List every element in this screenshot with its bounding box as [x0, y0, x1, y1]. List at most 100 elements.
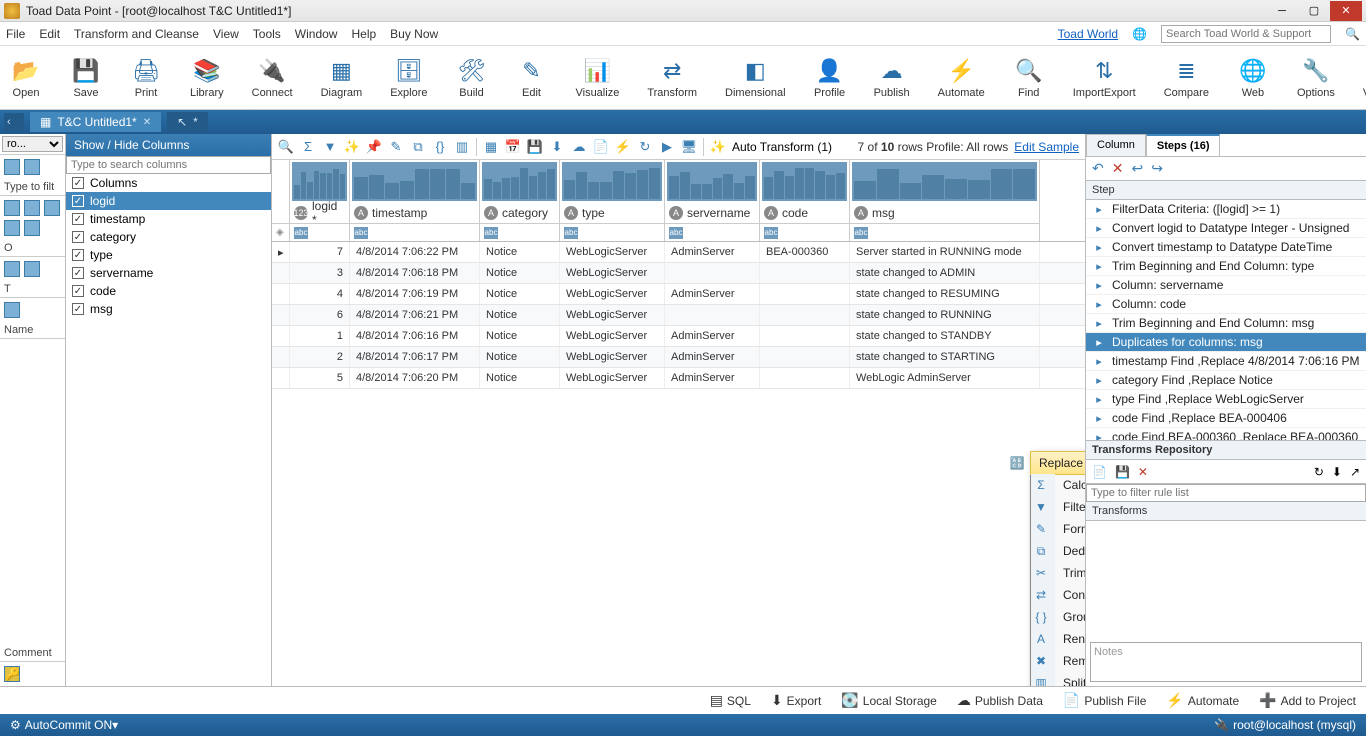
- edit-button[interactable]: ✎Edit: [515, 57, 547, 99]
- dimensional-button[interactable]: ◧Dimensional: [725, 57, 786, 99]
- pencil-icon[interactable]: ✎: [388, 139, 404, 155]
- cell[interactable]: AdminServer: [665, 347, 760, 367]
- maximize-button[interactable]: ▢: [1298, 1, 1330, 21]
- funnel-icon[interactable]: ▼: [322, 139, 338, 155]
- print-button[interactable]: 🖨Print: [130, 57, 162, 99]
- column-item-code[interactable]: ✓code: [66, 282, 271, 300]
- column-item-columns[interactable]: ✓Columns: [66, 174, 271, 192]
- cell[interactable]: BEA-000360: [760, 242, 850, 262]
- notes-box[interactable]: Notes: [1090, 642, 1362, 682]
- cell[interactable]: WebLogicServer: [560, 326, 665, 346]
- ctx-deduplicate[interactable]: ⧉Deduplicate: [1031, 540, 1085, 562]
- menu-view[interactable]: View: [213, 27, 239, 41]
- cell[interactable]: 4/8/2014 7:06:20 PM: [350, 368, 480, 388]
- filter-icon[interactable]: abc: [564, 227, 578, 239]
- columns-search-input[interactable]: [66, 156, 271, 174]
- cell[interactable]: state changed to RESUMING: [850, 284, 1040, 304]
- back-icon[interactable]: ↩: [1131, 160, 1143, 177]
- menu-buynow[interactable]: Buy Now: [390, 27, 438, 41]
- cell[interactable]: 4/8/2014 7:06:22 PM: [350, 242, 480, 262]
- ctx-split-column[interactable]: ▥Split Column: [1031, 672, 1085, 686]
- importexport-button[interactable]: ⇅ImportExport: [1073, 57, 1136, 99]
- local-storage-button[interactable]: 💽Local Storage: [841, 692, 937, 709]
- connect-button[interactable]: 🔌Connect: [252, 57, 293, 99]
- filter-icon[interactable]: abc: [294, 227, 308, 239]
- cell[interactable]: 4/8/2014 7:06:18 PM: [350, 263, 480, 283]
- column-item-category[interactable]: ✓category: [66, 228, 271, 246]
- cell[interactable]: [760, 305, 850, 325]
- filter-icon[interactable]: abc: [354, 227, 368, 239]
- export-icon[interactable]: ↗: [1350, 465, 1360, 479]
- lp-filter-1[interactable]: [4, 200, 20, 216]
- tb-8-icon[interactable]: ↻: [637, 139, 653, 155]
- build-button[interactable]: 🛠Build: [455, 57, 487, 99]
- cell[interactable]: [665, 305, 760, 325]
- transform-button[interactable]: ⇄Transform: [647, 57, 697, 99]
- cell[interactable]: 4/8/2014 7:06:19 PM: [350, 284, 480, 304]
- cell[interactable]: Notice: [480, 242, 560, 262]
- delete-rule-icon[interactable]: ✕: [1138, 465, 1148, 479]
- step-item[interactable]: ▸Trim Beginning and End Column: msg: [1086, 314, 1366, 333]
- tab-column[interactable]: Column: [1086, 134, 1146, 156]
- lp-o-1[interactable]: [4, 261, 20, 277]
- column-header-servername[interactable]: Aservername abc: [665, 160, 760, 241]
- ctx-remove-column[interactable]: ✖Remove Column: [1031, 650, 1085, 672]
- cell[interactable]: WebLogicServer: [560, 263, 665, 283]
- ctx-trim[interactable]: ✂Trim: [1031, 562, 1085, 584]
- cell[interactable]: WebLogicServer: [560, 347, 665, 367]
- tb-1-icon[interactable]: ▦: [483, 139, 499, 155]
- tab-close-icon[interactable]: ✕: [143, 117, 151, 128]
- cell[interactable]: 1: [290, 326, 350, 346]
- toad-world-link[interactable]: Toad World: [1058, 27, 1118, 41]
- delete-icon[interactable]: ✕: [1112, 160, 1124, 177]
- lp-o-2[interactable]: [24, 261, 40, 277]
- data-grid[interactable]: ◈ 123logid * abc Atimestamp abc Acategor…: [272, 160, 1085, 686]
- lp-t-1[interactable]: [4, 302, 20, 318]
- filter-rules-input[interactable]: [1086, 484, 1366, 502]
- grp-icon[interactable]: {}: [432, 139, 448, 155]
- cell[interactable]: [760, 284, 850, 304]
- lp-filter-4[interactable]: [4, 220, 20, 236]
- search-icon[interactable]: 🔍: [1345, 27, 1360, 41]
- menu-help[interactable]: Help: [351, 27, 376, 41]
- compare-button[interactable]: ≣Compare: [1164, 57, 1209, 99]
- cell[interactable]: Notice: [480, 368, 560, 388]
- table-row[interactable]: 54/8/2014 7:06:20 PMNoticeWebLogicServer…: [272, 368, 1085, 389]
- cell[interactable]: state changed to STANDBY: [850, 326, 1040, 346]
- cell[interactable]: AdminServer: [665, 326, 760, 346]
- step-item[interactable]: ▸timestamp Find ,Replace 4/8/2014 7:06:1…: [1086, 352, 1366, 371]
- find-button[interactable]: 🔍Find: [1013, 57, 1045, 99]
- pin-icon[interactable]: 📌: [366, 139, 382, 155]
- column-item-msg[interactable]: ✓msg: [66, 300, 271, 318]
- save-button[interactable]: 💾Save: [70, 57, 102, 99]
- table-row[interactable]: 44/8/2014 7:06:19 PMNoticeWebLogicServer…: [272, 284, 1085, 305]
- ctx-calculate-column[interactable]: ΣCalculate Column: [1031, 474, 1085, 496]
- menu-tools[interactable]: Tools: [253, 27, 281, 41]
- cell[interactable]: [665, 263, 760, 283]
- publish-file-button[interactable]: 📄Publish File: [1063, 692, 1146, 709]
- ctx-replace[interactable]: 🔠Replace: [1030, 451, 1085, 475]
- cell[interactable]: AdminServer: [665, 284, 760, 304]
- cell[interactable]: [272, 284, 290, 304]
- left-dropdown[interactable]: ro...: [2, 136, 63, 152]
- filter-icon[interactable]: abc: [854, 227, 868, 239]
- auto-transform-label[interactable]: Auto Transform (1): [732, 140, 832, 154]
- tb-6-icon[interactable]: 📄: [593, 139, 609, 155]
- col-icon[interactable]: ▥: [454, 139, 470, 155]
- explore-button[interactable]: 🗄Explore: [390, 57, 427, 99]
- lp-icon-2[interactable]: [24, 159, 40, 175]
- menu-window[interactable]: Window: [295, 27, 338, 41]
- cell[interactable]: 3: [290, 263, 350, 283]
- ctx-convert-datatype[interactable]: ⇄Convert Datatype: [1031, 584, 1085, 606]
- column-header-type[interactable]: Atype abc: [560, 160, 665, 241]
- menu-file[interactable]: File: [6, 27, 25, 41]
- tab-steps[interactable]: Steps (16): [1146, 134, 1221, 156]
- step-item[interactable]: ▸Trim Beginning and End Column: type: [1086, 257, 1366, 276]
- auto-star-icon[interactable]: ✨: [710, 139, 726, 155]
- cell[interactable]: 4/8/2014 7:06:21 PM: [350, 305, 480, 325]
- cell[interactable]: Server started in RUNNING mode: [850, 242, 1040, 262]
- cell[interactable]: WebLogicServer: [560, 284, 665, 304]
- step-item[interactable]: ▸code Find BEA-000360 ,Replace BEA-00036…: [1086, 428, 1366, 440]
- profile-button[interactable]: 👤Profile: [814, 57, 846, 99]
- export-button[interactable]: ⬇Export: [771, 692, 821, 709]
